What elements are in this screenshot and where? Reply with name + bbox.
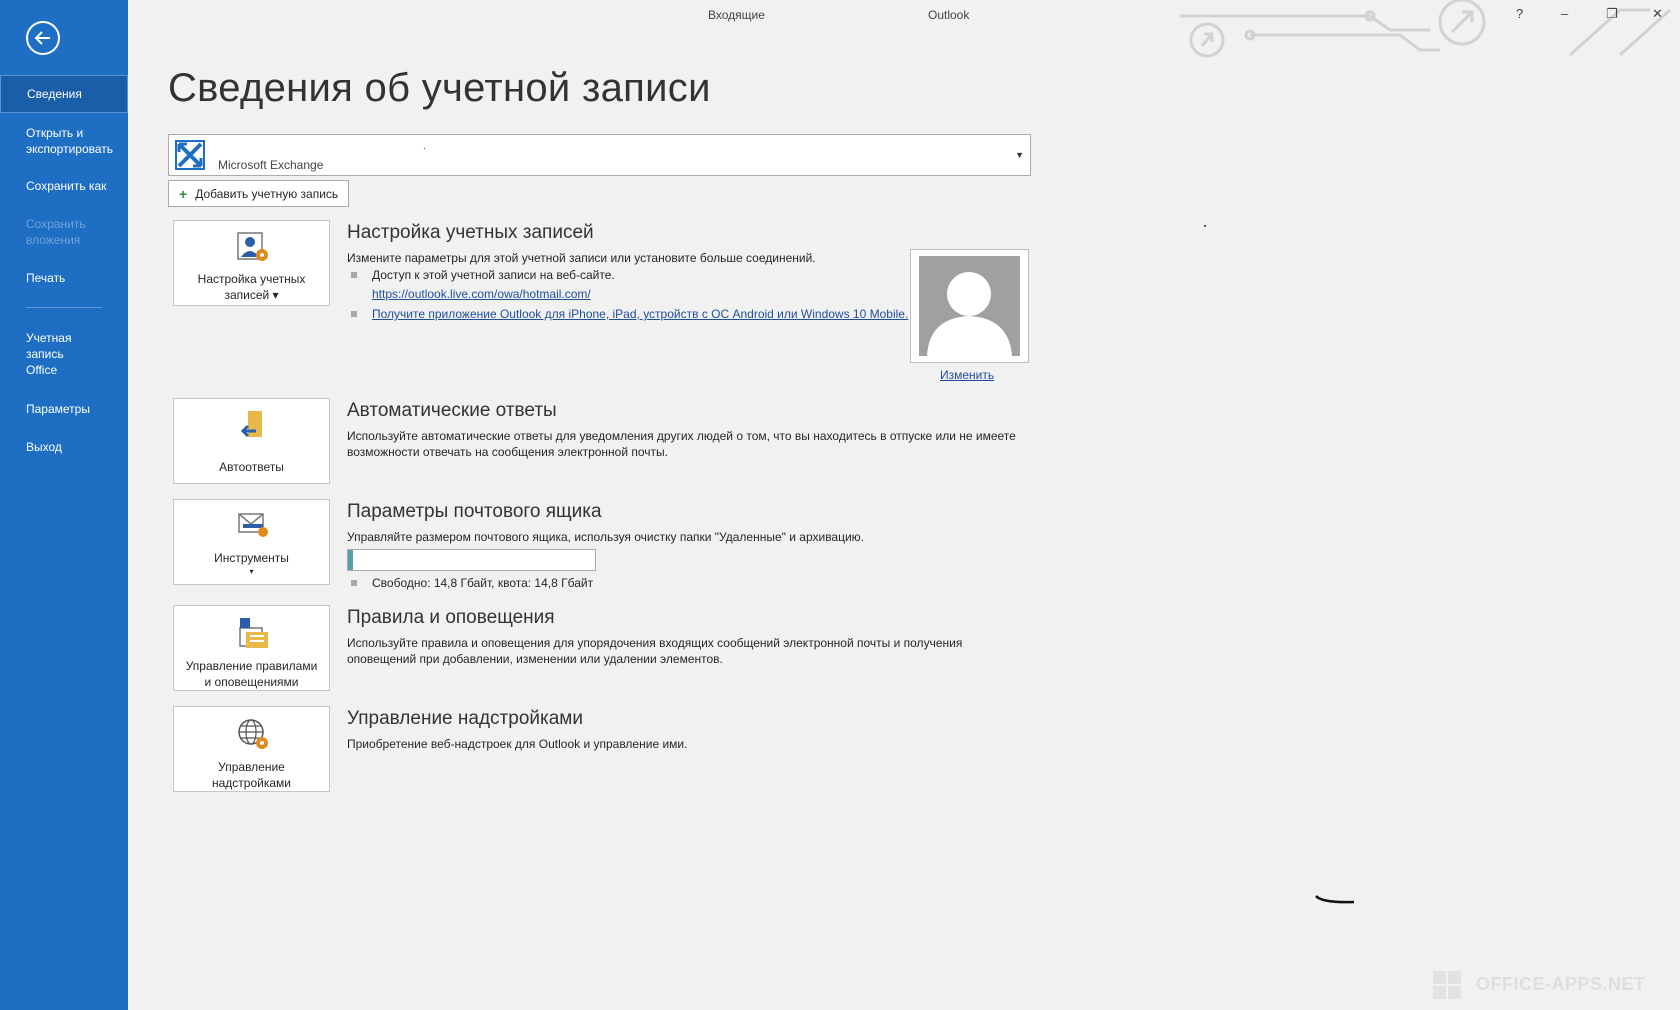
minimize-icon[interactable]: – (1561, 6, 1568, 21)
chevron-down-icon: ▾ (249, 567, 254, 576)
add-account-label: Добавить учетную запись (195, 186, 339, 201)
tile-label: Настройка учетных (197, 272, 306, 286)
tile-label: Управление (218, 760, 285, 774)
usage-fill (348, 550, 353, 570)
rules-title: Правила и оповещения (347, 607, 555, 628)
nav-office-account[interactable]: Учетная запись Office (0, 330, 80, 378)
web-access-text: Доступ к этой учетной записи на веб-сайт… (372, 268, 615, 282)
auto-replies-description-line1: Используйте автоматические ответы для ув… (347, 429, 1016, 443)
account-settings-button[interactable]: Настройка учетных записей ▾ (173, 220, 330, 306)
mailbox-free-space: Свободно: 14,8 Гбайт, квота: 14,8 Гбайт (372, 576, 594, 590)
rules-description-line2: оповещений при добавлении, изменении или… (347, 652, 723, 666)
back-arrow-icon[interactable] (26, 21, 60, 55)
add-account-button[interactable]: + Добавить учетную запись (168, 180, 349, 207)
decorative-circuit-icon (1180, 0, 1672, 58)
bullet (351, 311, 357, 317)
tile-label: Управление правилами (185, 659, 318, 673)
watermark-text: OFFICE-APPS.NET (1476, 974, 1646, 994)
account-type: Microsoft Exchange (218, 158, 324, 172)
titlebar-folder: Входящие (708, 8, 765, 22)
nav-save-attachments: Сохранить вложения (26, 217, 86, 247)
auto-replies-description-line2: возможности отвечать на сообщения электр… (347, 445, 669, 459)
account-dropdown[interactable]: . Microsoft Exchange ▼ (168, 134, 1031, 176)
addins-title: Управление надстройками (347, 708, 583, 729)
tile-label-2: надстройками (212, 776, 291, 790)
account-settings-icon (237, 232, 268, 261)
addins-description: Приобретение веб-надстроек для Outlook и… (347, 737, 688, 751)
bullet (351, 272, 357, 278)
plus-icon: + (179, 185, 188, 202)
nav-divider (26, 307, 102, 308)
manage-rules-button[interactable]: Управление правилами и оповещениями (173, 605, 330, 691)
page-title: Сведения об учетной записи (168, 66, 711, 110)
person-icon (919, 256, 1020, 356)
mobile-app-link[interactable]: Получите приложение Outlook для iPhone, … (372, 307, 908, 321)
auto-reply-icon (240, 411, 262, 438)
tools-button[interactable]: Инструменты ▾ (173, 499, 330, 585)
nav-options[interactable]: Параметры (0, 401, 128, 417)
auto-replies-title: Автоматические ответы (347, 400, 557, 421)
auto-replies-button[interactable]: Автоответы (173, 398, 330, 484)
tile-label: Автоответы (219, 460, 284, 474)
cursor-stroke-icon (1315, 895, 1355, 904)
nav-info[interactable]: Сведения (0, 75, 128, 113)
nav-print[interactable]: Печать (0, 270, 128, 286)
nav-open-export[interactable]: Открыть и экспортировать (0, 125, 128, 157)
stray-dot (1204, 225, 1206, 227)
account-settings-description: Измените параметры для этой учетной запи… (347, 251, 816, 265)
restore-icon[interactable]: ❐ (1606, 6, 1618, 22)
help-icon[interactable]: ? (1516, 6, 1523, 21)
tile-label-2: и оповещениями (204, 675, 299, 689)
nav-save-as[interactable]: Сохранить как (0, 178, 128, 194)
profile-photo[interactable] (910, 249, 1029, 363)
manage-addins-button[interactable]: Управление надстройками (173, 706, 330, 792)
tools-icon (238, 513, 268, 537)
mailbox-description: Управляйте размером почтового ящика, исп… (347, 530, 865, 544)
mailbox-title: Параметры почтового ящика (347, 501, 602, 522)
owa-link[interactable]: https://outlook.live.com/owa/hotmail.com… (372, 287, 591, 301)
account-settings-title: Настройка учетных записей (347, 222, 594, 243)
backstage-sidebar: Сведения Открыть и экспортировать Сохран… (0, 0, 128, 1010)
tile-label-2: записей ▾ (224, 288, 279, 302)
globe-gear-icon (238, 719, 268, 749)
rules-description-line1: Используйте правила и оповещения для упо… (347, 636, 963, 650)
mailbox-usage-bar (347, 549, 596, 571)
close-icon[interactable]: ✕ (1652, 6, 1663, 22)
account-name: . (423, 141, 426, 152)
titlebar-app-name: Outlook (928, 8, 970, 22)
bullet (351, 580, 357, 586)
change-photo-link[interactable]: Изменить (940, 368, 994, 382)
chevron-down-icon: ▼ (1015, 150, 1024, 160)
exchange-icon (175, 140, 205, 170)
rules-icon (239, 618, 268, 648)
nav-exit[interactable]: Выход (0, 439, 128, 455)
watermark: OFFICE-APPS.NET (1433, 971, 1646, 999)
windows-logo-icon (1433, 971, 1461, 999)
